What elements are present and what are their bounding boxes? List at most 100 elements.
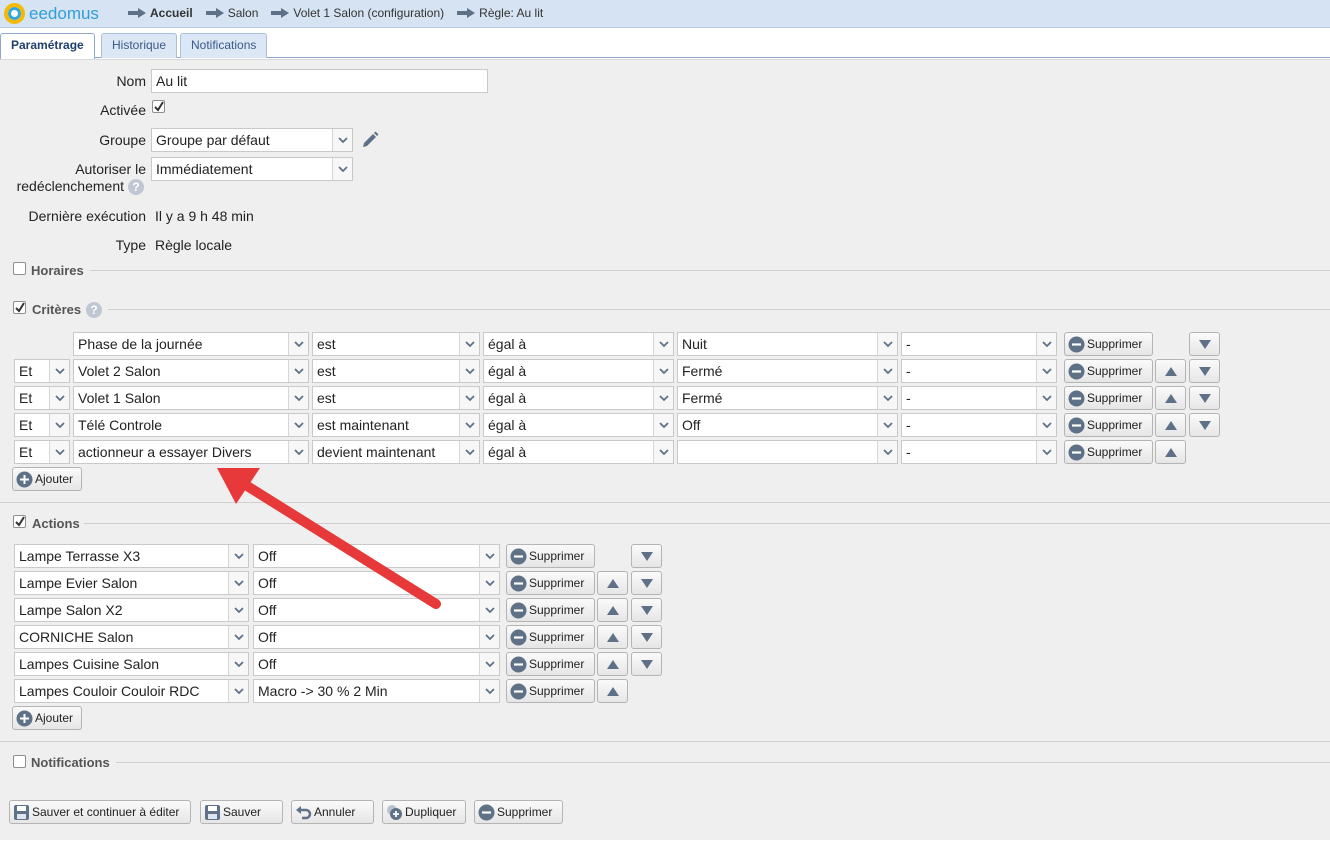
breadcrumb-item-volet[interactable]: Volet 1 Salon (configuration)	[271, 6, 444, 20]
tab-historique[interactable]: Historique	[101, 33, 178, 58]
remove-row-button[interactable]: Supprimer	[506, 679, 595, 703]
move-up-button[interactable]	[597, 679, 628, 703]
action-device-select[interactable]: Lampes Couloir Couloir RDC	[14, 679, 249, 703]
criteria-conjunction-select[interactable]: Et	[14, 440, 70, 464]
move-down-button[interactable]	[631, 625, 662, 649]
tab-parametrage[interactable]: Paramétrage	[0, 33, 95, 59]
breadcrumb-item-salon[interactable]: Salon	[205, 6, 258, 20]
move-up-button[interactable]	[597, 598, 628, 622]
breadcrumb-item-accueil[interactable]: Accueil	[128, 6, 193, 20]
remove-row-button[interactable]: Supprimer	[1064, 413, 1153, 437]
criteria-operator-select[interactable]: est	[312, 359, 480, 383]
help-icon[interactable]: ?	[128, 179, 144, 195]
criteria-conjunction-select[interactable]: Et	[14, 413, 70, 437]
remove-row-button[interactable]: Supprimer	[1064, 440, 1153, 464]
remove-row-button[interactable]: Supprimer	[1064, 332, 1153, 356]
criteria-extra-select[interactable]: -	[901, 332, 1057, 356]
criteria-extra-select[interactable]: -	[901, 386, 1057, 410]
criteria-operator-select[interactable]: devient maintenant	[312, 440, 480, 464]
tab-notifications[interactable]: Notifications	[180, 33, 268, 58]
breadcrumb-item-regle[interactable]: Règle: Au lit	[457, 6, 543, 20]
autoriser-select[interactable]: Immédiatement	[151, 157, 353, 181]
action-value-select[interactable]: Off	[253, 652, 500, 676]
action-value-select[interactable]: Off	[253, 544, 500, 568]
remove-row-button[interactable]: Supprimer	[1064, 359, 1153, 383]
criteria-value-select[interactable]: Fermé	[677, 386, 898, 410]
horaires-checkbox[interactable]	[13, 262, 26, 275]
criteria-operator-select[interactable]: est maintenant	[312, 413, 480, 437]
cancel-button[interactable]: Annuler	[291, 800, 374, 824]
activee-checkbox[interactable]	[152, 100, 165, 113]
checkmark-icon	[15, 516, 25, 527]
criteria-value-select[interactable]: Off	[677, 413, 898, 437]
action-device-select[interactable]: Lampes Cuisine Salon	[14, 652, 249, 676]
remove-row-button[interactable]: Supprimer	[1064, 386, 1153, 410]
criteria-operator-select[interactable]: est	[312, 386, 480, 410]
chevron-down-icon	[332, 129, 352, 151]
criteria-device-select[interactable]: actionneur a essayer Divers	[73, 440, 309, 464]
move-up-button[interactable]	[597, 652, 628, 676]
move-down-button[interactable]	[631, 652, 662, 676]
action-device-select[interactable]: Lampe Terrasse X3	[14, 544, 249, 568]
criteria-comparator-select[interactable]: égal à	[483, 332, 674, 356]
action-device-select[interactable]: Lampe Salon X2	[14, 598, 249, 622]
delete-rule-button[interactable]: Supprimer	[474, 800, 563, 824]
action-device-select[interactable]: Lampe Evier Salon	[14, 571, 249, 595]
remove-row-button[interactable]: Supprimer	[506, 625, 595, 649]
duplicate-button[interactable]: Dupliquer	[382, 800, 466, 824]
criteria-comparator-select[interactable]: égal à	[483, 440, 674, 464]
remove-row-button[interactable]: Supprimer	[506, 571, 595, 595]
add-criteria-button[interactable]: Ajouter	[12, 467, 82, 491]
move-down-button[interactable]	[631, 571, 662, 595]
move-down-button[interactable]	[1189, 413, 1220, 437]
remove-row-button[interactable]: Supprimer	[506, 652, 595, 676]
move-up-button[interactable]	[1155, 440, 1186, 464]
pencil-edit-icon[interactable]	[360, 130, 380, 150]
save-button[interactable]: Sauver	[200, 800, 283, 824]
criteria-value-select[interactable]	[677, 440, 898, 464]
action-value-select[interactable]: Off	[253, 598, 500, 622]
criteria-device-select[interactable]: Volet 1 Salon	[73, 386, 309, 410]
criteria-device-select[interactable]: Volet 2 Salon	[73, 359, 309, 383]
move-down-button[interactable]	[1189, 359, 1220, 383]
actions-checkbox[interactable]	[13, 515, 26, 528]
nom-input[interactable]: Au lit	[151, 69, 488, 93]
criteria-comparator-select[interactable]: égal à	[483, 359, 674, 383]
criteria-conjunction-select[interactable]: Et	[14, 386, 70, 410]
move-up-button[interactable]	[1155, 413, 1186, 437]
move-down-button[interactable]	[1189, 332, 1220, 356]
action-value-select[interactable]: Off	[253, 571, 500, 595]
add-action-button[interactable]: Ajouter	[12, 706, 82, 730]
notifications-checkbox[interactable]	[13, 755, 26, 768]
help-icon[interactable]: ?	[86, 302, 102, 318]
move-up-button[interactable]	[1155, 359, 1186, 383]
criteria-extra-select[interactable]: -	[901, 413, 1057, 437]
move-down-button[interactable]	[631, 598, 662, 622]
criteria-device-select[interactable]: Télé Controle	[73, 413, 309, 437]
move-up-button[interactable]	[597, 625, 628, 649]
criteria-extra-select[interactable]: -	[901, 359, 1057, 383]
action-value-select[interactable]: Off	[253, 625, 500, 649]
criteria-device-select[interactable]: Phase de la journée	[73, 332, 309, 356]
criteres-checkbox[interactable]	[13, 301, 26, 314]
move-up-button[interactable]	[597, 571, 628, 595]
groupe-select[interactable]: Groupe par défaut	[151, 128, 353, 152]
move-down-button[interactable]	[1189, 386, 1220, 410]
save-continue-button[interactable]: Sauver et continuer à éditer	[9, 800, 191, 824]
action-device-select[interactable]: CORNICHE Salon	[14, 625, 249, 649]
criteria-comparator-select[interactable]: égal à	[483, 386, 674, 410]
criteria-conjunction-select[interactable]: Et	[14, 359, 70, 383]
remove-row-button[interactable]: Supprimer	[506, 598, 595, 622]
move-down-button[interactable]	[631, 544, 662, 568]
criteria-operator-select[interactable]: est	[312, 332, 480, 356]
criteria-comparator-select[interactable]: égal à	[483, 413, 674, 437]
chevron-down-icon	[288, 333, 308, 355]
eedomus-logo[interactable]: eedomus	[4, 3, 99, 24]
move-up-button[interactable]	[1155, 386, 1186, 410]
action-value-select[interactable]: Macro -> 30 % 2 Min	[253, 679, 500, 703]
criteria-value-select[interactable]: Nuit	[677, 332, 898, 356]
remove-row-button[interactable]: Supprimer	[506, 544, 595, 568]
criteria-extra-select[interactable]: -	[901, 440, 1057, 464]
criteria-value-select[interactable]: Fermé	[677, 359, 898, 383]
chevron-down-icon	[877, 387, 897, 409]
